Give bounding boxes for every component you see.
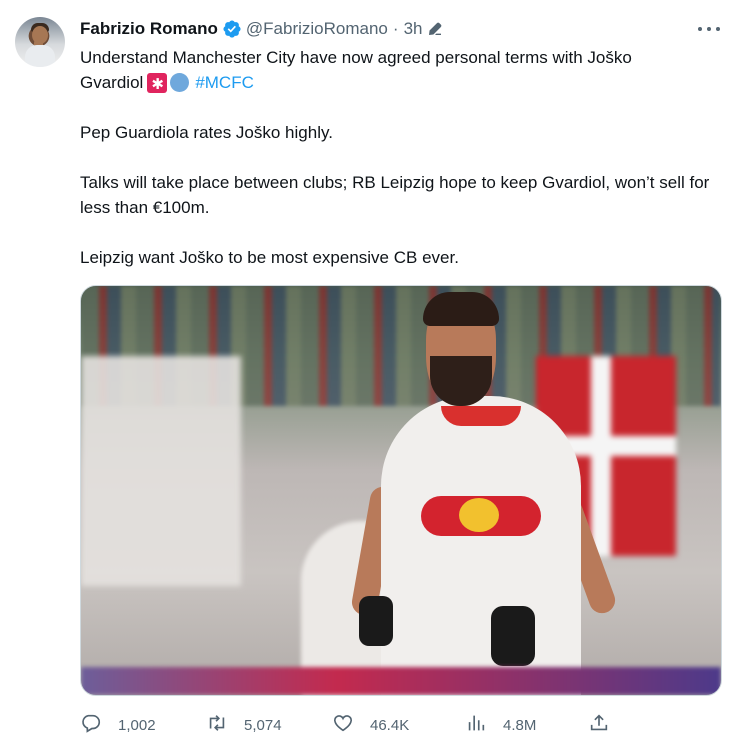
views-button[interactable]: 4.8M [465, 710, 536, 740]
photo-glove-left [359, 596, 393, 646]
author-handle[interactable]: @FabrizioRomano [246, 19, 388, 39]
author-avatar[interactable] [15, 17, 65, 67]
share-button[interactable] [588, 710, 610, 740]
hashtag-link[interactable]: #MCFC [195, 70, 254, 95]
tweet-paragraph-3: Talks will take place between clubs; RB … [80, 173, 710, 217]
tweet-time[interactable]: 3h [404, 19, 423, 39]
reply-count: 1,002 [118, 716, 156, 734]
tweet-line-1: Understand Manchester City have now agre… [80, 48, 632, 67]
like-count: 46.4K [370, 716, 410, 734]
views-icon [465, 712, 487, 738]
siren-emoji-icon [147, 72, 168, 97]
retweet-button[interactable]: 5,074 [206, 710, 282, 740]
like-button[interactable]: 46.4K [332, 710, 409, 740]
edit-pencil-icon[interactable] [427, 21, 443, 37]
author-name[interactable]: Fabrizio Romano [80, 19, 218, 39]
reply-icon [80, 712, 102, 738]
separator-dot: · [392, 19, 399, 38]
photo-jersey-collar [441, 406, 521, 426]
tweet-text: Understand Manchester City have now agre… [80, 45, 720, 295]
views-count: 4.8M [503, 716, 537, 734]
blue-circle-emoji-icon [170, 73, 190, 92]
photo-player-jersey [381, 396, 581, 695]
tweet-paragraph-4: Leipzig want Joško to be most expensive … [80, 248, 459, 267]
photo-glove-right [491, 606, 535, 666]
tweet-line-2-word: Gvardiol [80, 73, 144, 92]
photo-jersey-sun [459, 498, 499, 532]
photo-player-head [423, 292, 499, 406]
more-options-icon[interactable] [698, 20, 720, 38]
avatar-body [25, 45, 55, 67]
tweet-line-2: Gvardiol #MCFC [80, 70, 720, 97]
verified-badge-icon[interactable] [222, 19, 242, 39]
retweet-count: 5,074 [244, 716, 282, 734]
tweet-header: Fabrizio Romano @FabrizioRomano · 3h [80, 17, 443, 41]
photo-ad-board [81, 667, 721, 695]
retweet-icon [206, 712, 228, 738]
photo-banner-left [81, 356, 241, 586]
tweet-actions: 1,002 5,074 46.4K 4.8M [80, 710, 620, 740]
reply-button[interactable]: 1,002 [80, 710, 156, 740]
share-icon [588, 712, 610, 738]
tweet-photo[interactable] [80, 285, 722, 696]
heart-icon [332, 712, 354, 738]
tweet-paragraph-2: Pep Guardiola rates Joško highly. [80, 123, 333, 142]
